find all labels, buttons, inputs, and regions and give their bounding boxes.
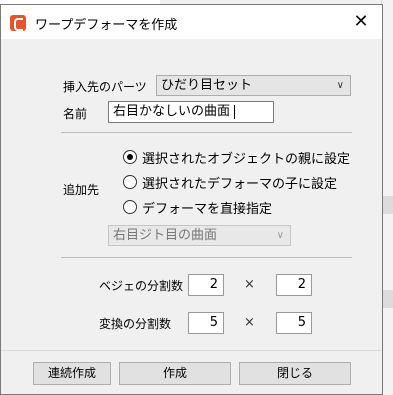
convert-y-input[interactable]: 5: [276, 312, 312, 334]
background-band: [382, 196, 393, 214]
app-logo-icon: [10, 15, 26, 31]
close-icon[interactable]: ✕: [350, 11, 372, 33]
times-icon: ×: [244, 315, 255, 330]
button-bar: 連続作成 作成 閉じる: [1, 350, 382, 394]
parts-label: 挿入先のパーツ: [63, 80, 147, 94]
add-to-label: 追加先: [63, 183, 100, 197]
bezier-y-input[interactable]: 2: [276, 274, 312, 296]
radio-parent-of-selected-label[interactable]: 選択されたオブジェクトの親に設定: [142, 148, 350, 167]
separator: [61, 257, 352, 258]
times-icon: ×: [244, 277, 255, 292]
radio-child-of-deformer-label[interactable]: 選択されたデフォーマの子に設定: [142, 173, 337, 192]
close-button[interactable]: 閉じる: [239, 362, 351, 385]
bezier-x-input[interactable]: 2: [188, 274, 224, 296]
bezier-divisions-label: ベジェの分割数: [99, 279, 184, 293]
deformer-select[interactable]: 右目ジト目の曲面 ∨: [108, 225, 291, 246]
background-band: [382, 290, 393, 308]
separator: [61, 132, 352, 133]
name-label: 名前: [63, 107, 88, 121]
chevron-down-icon: ∨: [276, 230, 284, 241]
continuous-create-button[interactable]: 連続作成: [33, 362, 111, 385]
title-bar: ワープデフォーマを作成 ✕: [1, 5, 382, 39]
radio-direct-deformer[interactable]: [123, 200, 137, 214]
convert-x-input[interactable]: 5: [188, 312, 224, 334]
convert-divisions-label: 変換の分割数: [99, 317, 172, 331]
text-caret: [234, 105, 235, 119]
chevron-down-icon: ∨: [336, 80, 344, 91]
create-warp-deformer-dialog: ワープデフォーマを作成 ✕ 挿入先のパーツ ひだり目セット ∨ 名前 右目かなし…: [0, 4, 383, 395]
name-input[interactable]: 右目かなしいの曲面: [108, 101, 274, 123]
name-input-value: 右目かなしいの曲面: [113, 104, 231, 119]
radio-parent-of-selected[interactable]: [123, 150, 137, 164]
parts-select-value: ひだり目セット: [161, 78, 253, 93]
radio-direct-deformer-label[interactable]: デフォーマを直接指定: [142, 198, 272, 217]
create-button[interactable]: 作成: [119, 362, 231, 385]
dialog-title: ワープデフォーマを作成: [35, 18, 178, 33]
parts-select[interactable]: ひだり目セット ∨: [156, 75, 351, 96]
deformer-select-value: 右目ジト目の曲面: [113, 228, 218, 243]
radio-child-of-deformer[interactable]: [123, 175, 137, 189]
